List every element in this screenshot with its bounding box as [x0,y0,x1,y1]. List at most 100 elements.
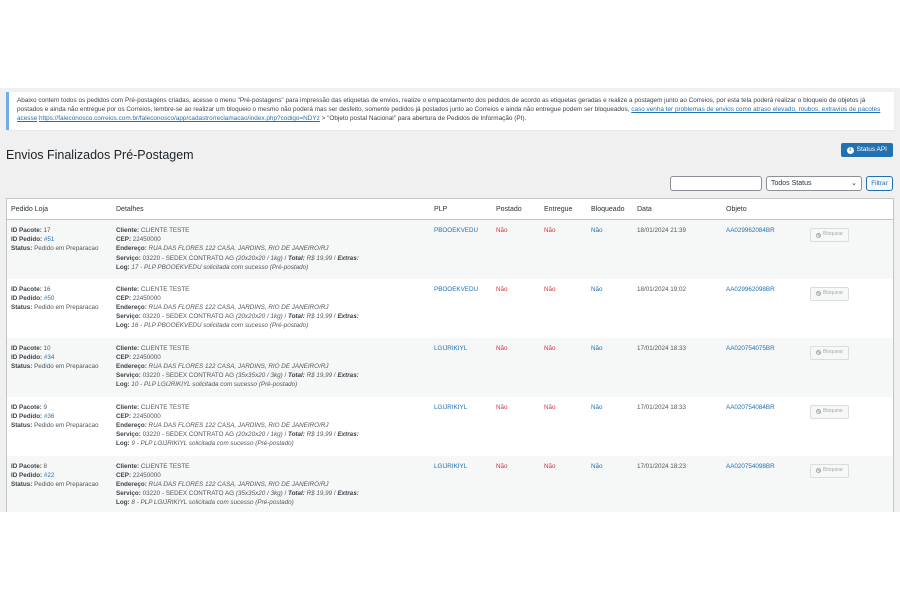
col-header-detalhes: Detalhes [112,199,430,220]
ban-icon [816,468,821,473]
tracking-link[interactable]: AA029962084BR [726,227,775,234]
order-link[interactable]: #36 [44,413,55,420]
pedido-cell: ID Pacote: 9 ID Pedido: #36 Status: Pedi… [7,397,112,456]
data-value: 17/01/2024 18:33 [637,344,687,352]
data-value: 18/01/2024 21:39 [637,227,687,234]
log-label: Log: [116,322,130,330]
status-filter-value: Todos Status [771,180,812,187]
block-button[interactable]: Bloquear [810,345,850,360]
servico-value: 03220 - SEDEX CONTRATO AG [142,254,235,262]
extras-label: Extras: [337,490,359,498]
servico-label: Serviço: [116,372,141,380]
order-link[interactable]: #34 [44,354,55,361]
col-header-pedido-loja: Pedido Loja [7,199,112,220]
dims-value: (35x35x20 / 3kg) [235,490,283,498]
id-pacote-value: 10 [43,344,51,352]
pedido-cell: ID Pacote: 17 ID Pedido: #51 Status: Ped… [7,220,112,279]
status-value: Pedido em Preparacao [34,480,99,488]
total-value: R$ 19,99 [306,372,333,380]
tracking-link[interactable]: AA020754098BR [726,463,775,470]
log-label: Log: [116,440,130,448]
endereco-label: Endereço: [116,245,147,253]
status-filter-select[interactable]: Todos Status ⌄ [766,176,862,191]
plp-link[interactable]: PBOOEKVEDU [434,227,478,234]
status-label: Status: [11,480,33,488]
cep-value: 22450000 [132,353,161,361]
tracking-link[interactable]: AA020754084BR [726,404,775,411]
id-pacote-label: ID Pacote: [11,285,42,293]
cep-value: 22450000 [132,412,161,420]
plp-link[interactable]: LGIJRIKIYL [434,463,467,470]
servico-label: Serviço: [116,490,141,498]
order-link[interactable]: #50 [44,295,55,302]
total-value: R$ 19,99 [306,254,333,262]
bloqueado-value: Não [591,344,603,352]
status-label: Status: [11,303,33,311]
id-pedido-label: ID Pedido: [11,294,43,302]
total-label: Total: [287,431,305,439]
tracking-link[interactable]: AA020754075BR [726,345,775,352]
endereco-value: RUA DAS FLORES 122 CASA, JARDINS, RIO DE… [148,421,329,429]
col-header-postado: Postado [492,199,540,220]
total-label: Total: [287,490,305,498]
id-pacote-label: ID Pacote: [11,227,42,234]
plp-link[interactable]: LGIJRIKIYL [434,404,467,411]
detalhes-cell: Cliente: CLIENTE TESTE CEP: 22450000 End… [116,403,359,448]
id-pedido-label: ID Pedido: [11,412,43,420]
cep-value: 22450000 [132,294,161,302]
log-value: 17 - PLP PBOOEKVEDU solicitada com suces… [131,263,309,271]
status-api-button[interactable]: i Status API [840,143,893,157]
tracking-link[interactable]: AA029962098BR [726,286,775,293]
orders-table: Pedido Loja Detalhes PLP Postado Entregu… [6,198,894,512]
notice-link-correios[interactable]: https://faleconosco.correios.com.br/fale… [39,115,320,122]
detalhes-cell: Cliente: CLIENTE TESTE CEP: 22450000 End… [116,227,359,271]
postado-value: Não [496,462,508,470]
page-title: Envios Finalizados Pré-Postagem [6,148,194,162]
extras-label: Extras: [337,372,359,380]
block-button[interactable]: Bloquear [810,463,850,478]
id-pacote-value: 8 [43,462,48,470]
servico-value: 03220 - SEDEX CONTRATO AG [142,313,235,321]
plp-link[interactable]: PBOOEKVEDU [434,286,478,293]
search-input[interactable] [670,176,762,191]
servico-label: Serviço: [116,254,141,262]
pedido-cell: ID Pacote: 16 ID Pedido: #50 Status: Ped… [7,279,112,338]
entregue-value: Não [544,285,556,293]
plp-link[interactable]: LGIJRIKIYL [434,345,467,352]
servico-value: 03220 - SEDEX CONTRATO AG [142,372,235,380]
endereco-label: Endereço: [116,362,147,370]
cep-value: 22450000 [132,236,161,244]
id-pacote-value: 17 [43,227,51,234]
table-row: ID Pacote: 10 ID Pedido: #34 Status: Ped… [7,337,893,397]
order-link[interactable]: #51 [44,236,55,243]
log-value: 9 - PLP LGIJRIKIYL solicitada com sucess… [131,440,294,448]
bloqueado-value: Não [591,227,603,234]
postado-value: Não [496,227,508,234]
dims-value: (20x20x20 / 1kg) [235,254,283,262]
ban-icon [816,409,821,414]
block-button[interactable]: Bloquear [810,404,850,419]
endereco-value: RUA DAS FLORES 122 CASA, JARDINS, RIO DE… [148,362,329,370]
order-link[interactable]: #22 [44,472,55,479]
info-icon: i [846,146,854,154]
filter-button[interactable]: Filtrar [866,176,893,191]
block-button[interactable]: Bloquear [810,286,850,301]
log-label: Log: [116,381,130,389]
cep-label: CEP: [116,412,132,420]
entregue-value: Não [544,462,556,470]
block-button[interactable]: Bloquear [810,228,850,242]
col-header-data: Data [633,199,722,220]
cliente-value: CLIENTE TESTE [140,462,190,470]
chevron-down-icon: ⌄ [851,180,857,187]
extras-label: Extras: [337,313,359,321]
table-row: ID Pacote: 9 ID Pedido: #36 Status: Pedi… [7,397,893,456]
table-header-row: Pedido Loja Detalhes PLP Postado Entregu… [7,199,893,220]
bloqueado-value: Não [591,462,603,470]
data-value: 18/01/2024 19:02 [637,285,687,293]
cliente-value: CLIENTE TESTE [140,344,190,352]
extras-label: Extras: [337,431,359,439]
endereco-label: Endereço: [116,303,147,311]
col-header-plp: PLP [430,199,492,220]
id-pacote-label: ID Pacote: [11,462,42,470]
id-pedido-label: ID Pedido: [11,353,43,361]
